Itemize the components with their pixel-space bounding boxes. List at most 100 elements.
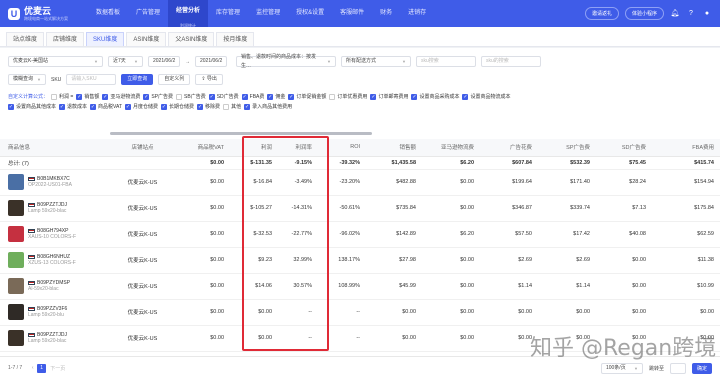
custom-columns-button[interactable]: 自定义列 (158, 74, 191, 85)
cost-mode-select[interactable]: 销售、退款时间的商品成本：按发生… ▼ (236, 54, 336, 69)
formula-checkbox[interactable]: ✓ 录入商品其他费用 (244, 103, 292, 110)
column-header[interactable]: 利润率 (278, 139, 318, 157)
nav-item-1[interactable]: 广告管理 (128, 0, 168, 27)
tab-4[interactable]: 父ASIN维度 (168, 32, 215, 46)
column-header[interactable]: 商品信息 (0, 139, 105, 157)
column-header[interactable]: SP广告费 (538, 139, 596, 157)
tab-0[interactable]: 站点维度 (6, 32, 45, 46)
sku-search-3[interactable]: sku的搜索 (481, 56, 541, 67)
column-header[interactable]: ROI (318, 139, 366, 157)
product-thumbnail[interactable] (8, 226, 24, 242)
formula-checkbox[interactable]: ✓ 商品税VAT (90, 103, 122, 110)
confirm-button[interactable]: 确定 (691, 362, 712, 374)
nav-item-2[interactable]: 经营分析 利润统计 (168, 0, 209, 28)
nav-item-0[interactable]: 数据看板 (88, 0, 128, 27)
formula-checkbox[interactable]: ✓ 订单促销金额 (288, 93, 326, 100)
date-start[interactable]: 2021/06/2 (148, 56, 180, 67)
product-info: B0B1MKBX7C OP2022-US01-FBA (0, 169, 105, 196)
table-row[interactable]: B09PZZV3F6 Lamp 59x20-blu 优麦云K-US $0.00 $0.0… (0, 299, 720, 326)
product-info: B09PZYDMSP Al-59x20-blac (0, 273, 105, 300)
table-row[interactable]: B0B1MKBX7C OP2022-US01-FBA 优麦云K-US $0.00 $-1… (0, 169, 720, 196)
sku-search-2[interactable]: sku搜索 (416, 56, 476, 67)
table-row[interactable]: B08GH6NHUZ XZUS-13 COLORS-F 优麦云K-US $0.00 $9… (0, 247, 720, 274)
formula-checkbox[interactable]: ✓ 长期仓储费 (161, 103, 194, 110)
formula-checkbox[interactable]: ✓ SP广告费 (143, 93, 173, 100)
user-icon[interactable]: ● (702, 9, 712, 19)
column-header[interactable]: 销售额 (366, 139, 422, 157)
export-button[interactable]: ⇪ 导出 (195, 74, 223, 85)
help-icon[interactable]: ? (686, 9, 696, 19)
trial-button[interactable]: 体验小程序 (624, 7, 664, 20)
column-header[interactable]: 店铺站点 (105, 139, 180, 157)
column-header[interactable]: 广告花费 (480, 139, 538, 157)
horizontal-scrollbar[interactable] (110, 132, 372, 135)
nav-item-8[interactable]: 进销存 (400, 0, 434, 27)
tab-5[interactable]: 按月维度 (216, 32, 255, 46)
bell-icon[interactable]: 🔔︎ (670, 9, 680, 19)
formula-checkbox[interactable]: ✓ 佣金 (267, 93, 285, 100)
formula-checkbox[interactable]: ✓ 移除费 (197, 103, 220, 110)
column-header[interactable]: 亚马逊物流费 (422, 139, 480, 157)
data-cell: $0.00 (180, 195, 230, 222)
nav-item-6[interactable]: 客服邮件 (332, 0, 372, 27)
total-cell: -39.32% (318, 156, 366, 170)
column-header[interactable]: FBA费用 (652, 139, 720, 157)
jump-input[interactable] (669, 362, 686, 374)
product-info: B08GH6NHUZ XZUS-13 COLORS-F (0, 247, 105, 274)
product-thumbnail[interactable] (8, 330, 24, 346)
query-button[interactable]: 立即查询 (121, 74, 154, 85)
nav-item-5[interactable]: 授权&设置 (288, 0, 332, 27)
column-header[interactable]: SD广告费 (596, 139, 652, 157)
invite-button[interactable]: 邀请返礼 (584, 7, 619, 20)
total-cell: $532.39 (538, 156, 596, 170)
total-cell: $75.45 (596, 156, 652, 170)
product-thumbnail[interactable] (8, 174, 24, 190)
table-header: 商品信息 店铺站点 商品税VAT 利润 利润率 ROI 销售额 亚马逊物流费 广告花费 SP广告费… (0, 139, 720, 157)
formula-checkbox[interactable]: ✓ 设置商品其他成本 (8, 103, 56, 110)
formula-checkbox[interactable]: 订单优惠费用 (329, 93, 367, 100)
formula-checkbox[interactable]: ✓ SD广告费 (208, 93, 239, 100)
checkbox-checked-icon: ✓ (208, 93, 215, 100)
sku-input[interactable]: 请输入SKU (66, 74, 117, 85)
formula-checkbox[interactable]: 利润 = (51, 93, 73, 100)
nav-item-3[interactable]: 库存管理 (208, 0, 248, 27)
top-nav: U 优麦云 跨境电商一站式解决方案 数据看板 广告管理 经营分析 利润统计 库存管理 监控… (0, 0, 720, 28)
data-cell: -3.49% (278, 169, 318, 196)
brand[interactable]: U 优麦云 跨境电商一站式解决方案 (0, 6, 88, 21)
product-thumbnail[interactable] (8, 200, 24, 216)
table-row[interactable]: B09PZZTJDJ Lamp 59x20-blac 优麦云K-US $0.00 $0.… (0, 325, 720, 352)
formula-checkbox[interactable]: ✓ 月度仓储费 (125, 103, 158, 110)
nav-item-4[interactable]: 监控管理 (248, 0, 288, 27)
formula-checkbox[interactable]: ✓ FBA费 (241, 93, 264, 100)
prev-page-icon[interactable]: ‹ (28, 364, 37, 373)
tab-1[interactable]: 店铺维度 (46, 32, 85, 46)
formula-checkbox[interactable]: ✓ 销售额 (76, 93, 99, 100)
next-page-button[interactable]: 下一页 (50, 365, 65, 372)
data-cell: $2.69 (480, 247, 538, 274)
product-thumbnail[interactable] (8, 252, 24, 268)
formula-checkbox[interactable]: ✓ 设置商品物流成本 (462, 93, 510, 100)
page-1[interactable]: 1 (37, 363, 47, 373)
tab-3[interactable]: ASIN维度 (126, 32, 167, 46)
table-row[interactable]: B09PZZTJDJ Lamp 59x20-blac 优麦云K-US $0.00 $-1… (0, 195, 720, 222)
date-end[interactable]: 2021/06/2 (195, 56, 227, 67)
period-select[interactable]: 近7天 ▼ (108, 56, 143, 67)
product-thumbnail[interactable] (8, 278, 24, 294)
nav-item-7[interactable]: 财务 (372, 0, 400, 27)
dispatch-select[interactable]: 所有配送方式 ▼ (341, 56, 411, 67)
formula-checkbox[interactable]: ✓ 设置商品采购成本 (411, 93, 459, 100)
tab-2[interactable]: SKU维度 (86, 32, 125, 46)
formula-checkbox[interactable]: ✓ 订单邮寄费用 (370, 93, 408, 100)
formula-checkbox[interactable]: SB广告费 (176, 93, 206, 100)
product-thumbnail[interactable] (8, 304, 24, 320)
table-row[interactable]: B09PZYDMSP Al-59x20-blac 优麦云K-US $0.00 $14.0… (0, 273, 720, 300)
fuzzy-select[interactable]: 模糊查询 ▼ (8, 74, 46, 85)
formula-checkbox[interactable]: ✓ 亚马逊物流费 (102, 93, 140, 100)
column-header[interactable]: 商品税VAT (180, 139, 230, 157)
column-header[interactable]: 利润 (230, 139, 278, 157)
formula-checkbox[interactable]: 其他 (223, 103, 241, 110)
page-size-select[interactable]: 100条/页 ▼ (600, 362, 643, 374)
table-row[interactable]: B08GH794XP XAUS-10 COLORS-F 优麦云K-US $0.00 $-… (0, 221, 720, 248)
formula-checkbox[interactable]: ✓ 退款成本 (59, 103, 87, 110)
store-select[interactable]: 优麦云K-美国站 ▼ (8, 56, 103, 67)
